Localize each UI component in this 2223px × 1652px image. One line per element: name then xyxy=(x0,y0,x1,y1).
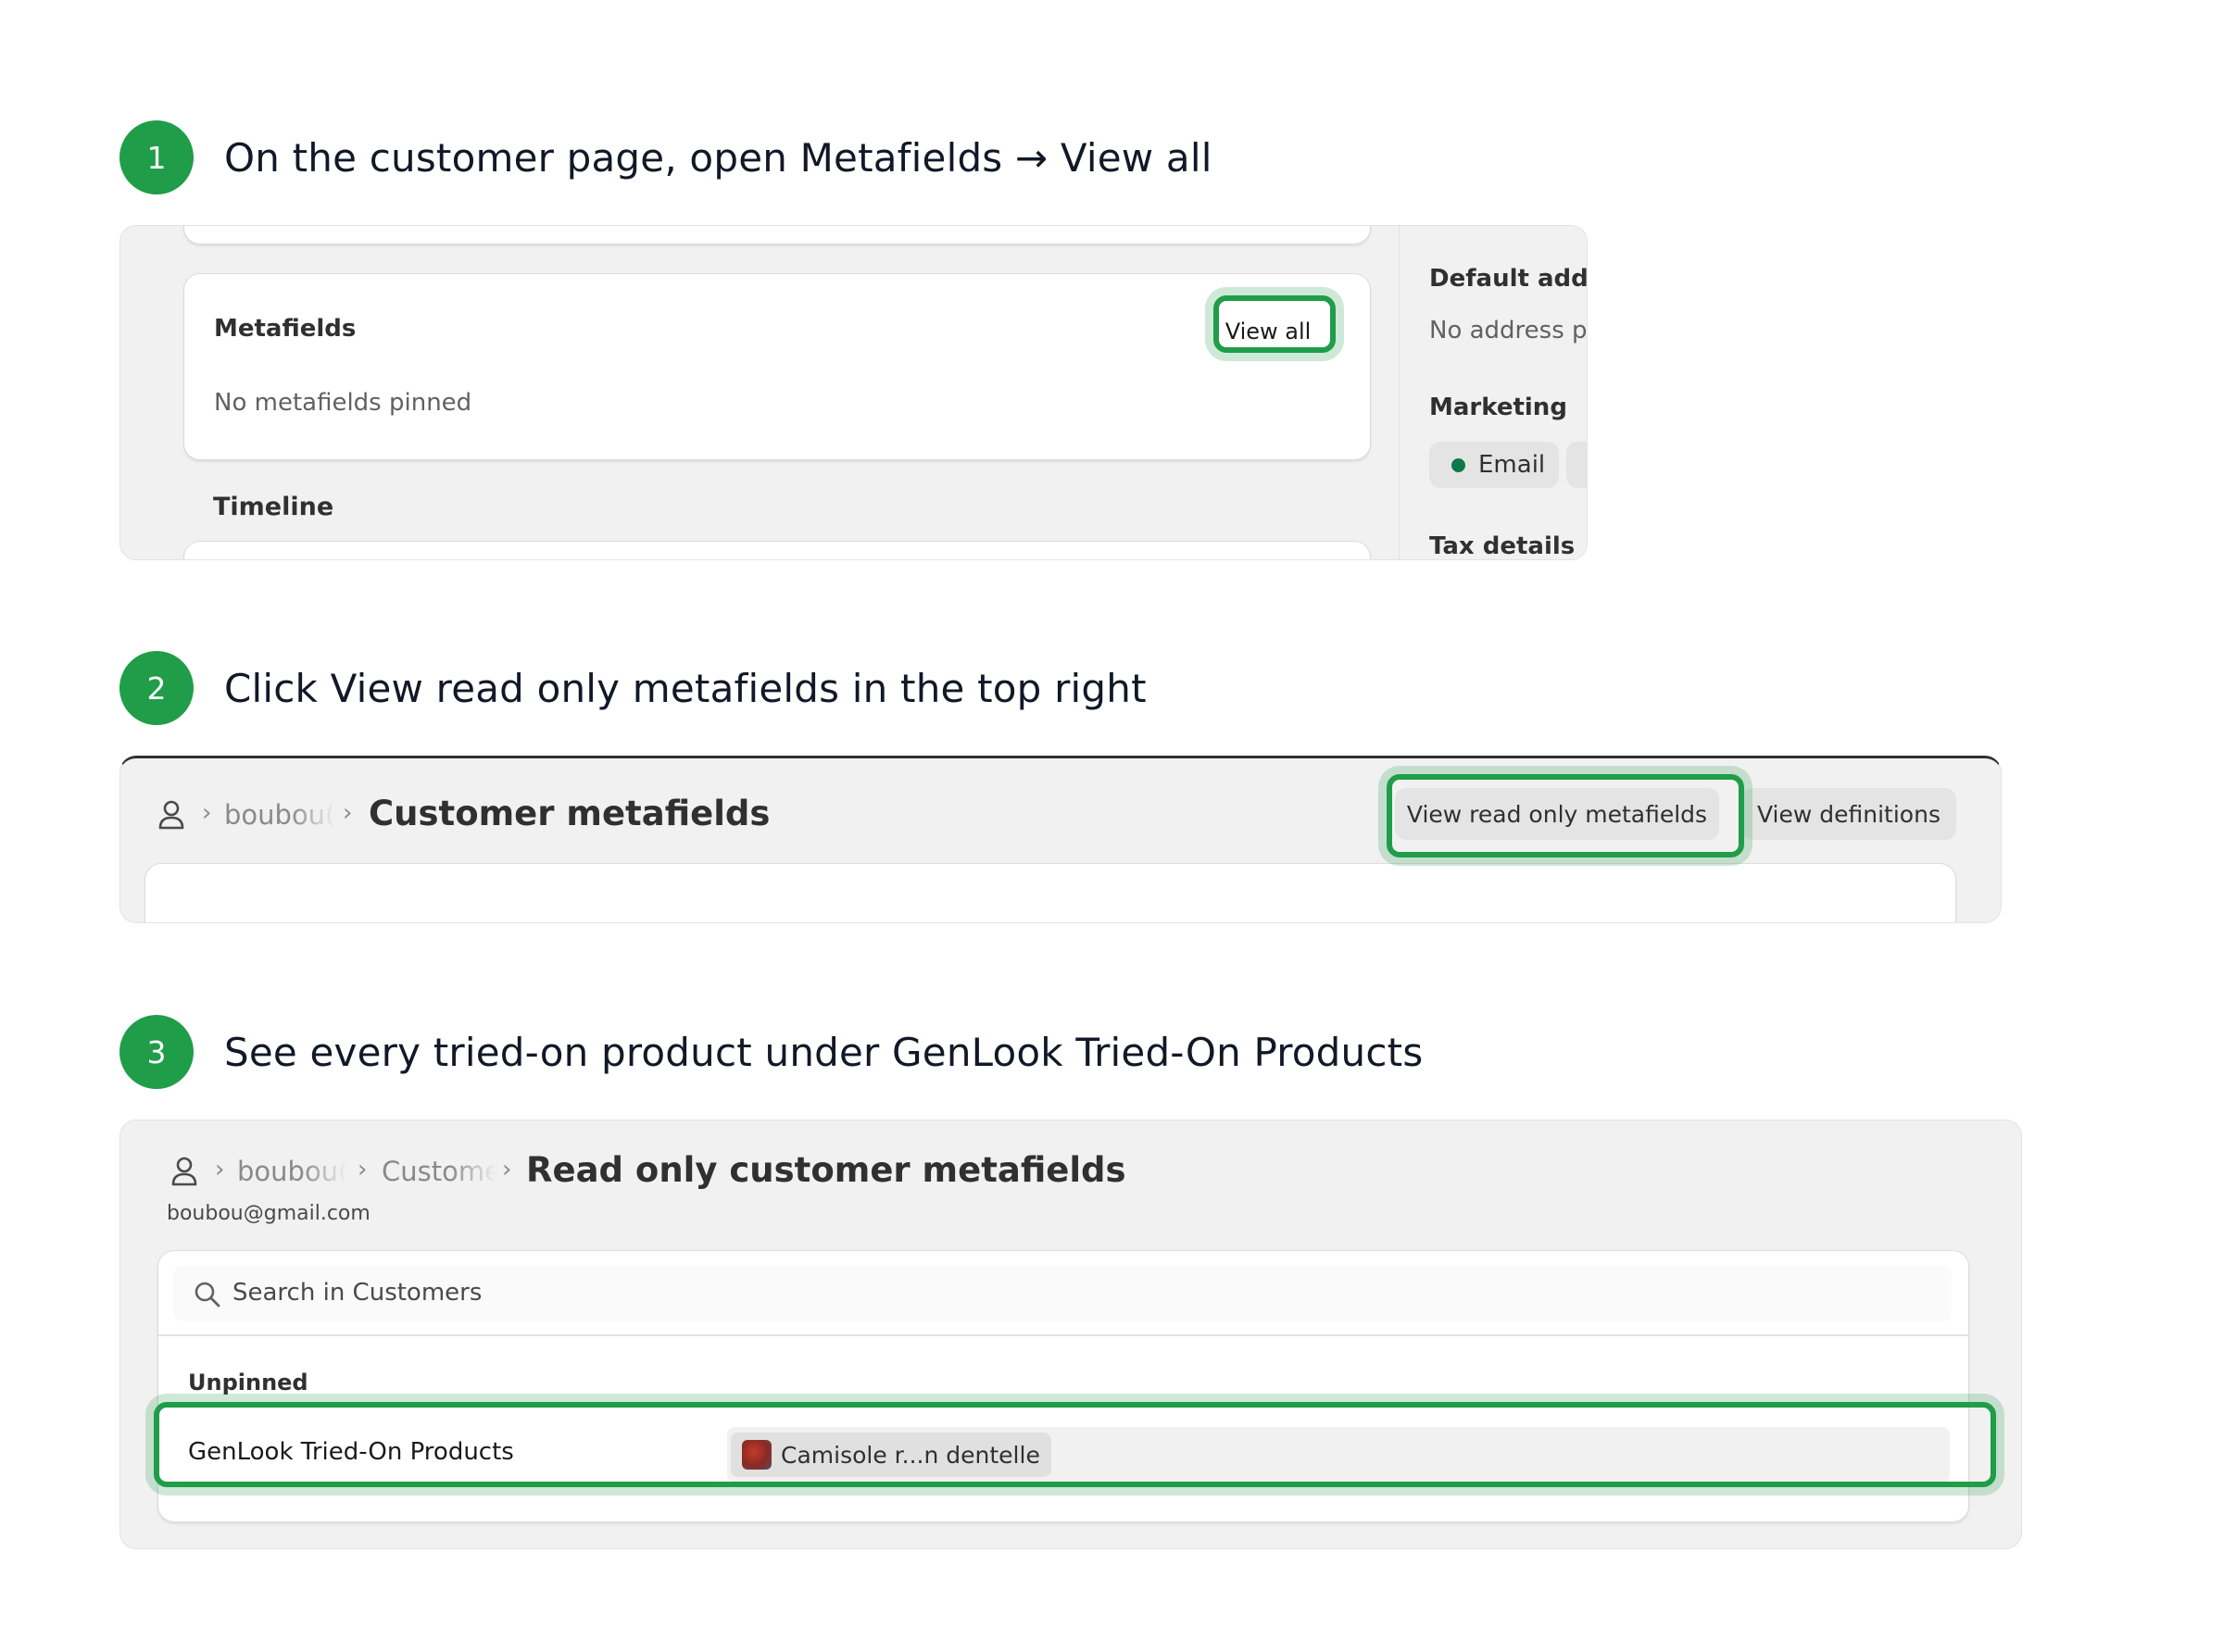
highlight-tried-on-row xyxy=(154,1402,1996,1487)
highlight-view-read-only xyxy=(1387,774,1744,857)
chevron-right-icon: › xyxy=(502,1156,512,1183)
step-number: 1 xyxy=(119,120,194,194)
customer-email: boubou@gmail.com xyxy=(167,1202,370,1225)
section-heading-unpinned: Unpinned xyxy=(188,1370,308,1395)
chevron-right-icon: › xyxy=(358,1156,368,1183)
timeline-card xyxy=(183,541,1371,559)
step-2: 2 Click View read only metafields in the… xyxy=(119,651,1147,725)
search-icon xyxy=(194,1281,221,1312)
highlight-view-all xyxy=(1213,295,1336,353)
screenshot-customer-page: Metafields No metafields pinned View all… xyxy=(119,225,1588,560)
search-bar[interactable]: Search in Customers xyxy=(173,1266,1952,1321)
status-dot-icon xyxy=(1451,457,1465,472)
page-title: Customer metafields xyxy=(369,794,771,833)
step-number: 2 xyxy=(119,651,194,725)
marketing-heading: Marketing xyxy=(1429,394,1567,421)
search-input[interactable]: Search in Customers xyxy=(232,1279,482,1307)
sidebar: Default addre No address p Marketing Ema… xyxy=(1399,226,1588,560)
step-number: 3 xyxy=(119,1015,194,1089)
step-title: See every tried-on product under GenLook… xyxy=(224,1029,1424,1075)
step-title: On the customer page, open Metafields → … xyxy=(224,134,1212,181)
tax-details-heading: Tax details xyxy=(1429,532,1576,560)
divider xyxy=(158,1334,1968,1336)
step-title: Click View read only metafields in the t… xyxy=(224,665,1147,711)
chevron-right-icon: › xyxy=(202,799,212,827)
chevron-right-icon: › xyxy=(343,799,353,827)
customer-person-icon xyxy=(157,799,185,834)
no-metafields-pinned: No metafields pinned xyxy=(214,389,472,417)
breadcrumb-customer[interactable]: boubou( xyxy=(224,799,335,831)
view-definitions-button[interactable]: View definitions xyxy=(1741,788,1956,840)
metafields-card: Metafields No metafields pinned View all xyxy=(183,273,1371,460)
default-address-heading: Default addre xyxy=(1429,265,1588,293)
chevron-right-icon: › xyxy=(215,1156,225,1183)
badge-partial xyxy=(1566,442,1587,488)
breadcrumb-customers[interactable]: Custome xyxy=(382,1156,496,1187)
breadcrumb-customer[interactable]: boubou( xyxy=(237,1156,346,1187)
customer-person-icon xyxy=(170,1156,198,1191)
email-badge-label: Email xyxy=(1478,451,1546,479)
step-1: 1 On the customer page, open Metafields … xyxy=(119,120,1212,194)
card-above xyxy=(183,226,1371,244)
email-badge: Email xyxy=(1429,442,1559,488)
metafields-title: Metafields xyxy=(214,315,357,343)
timeline-heading: Timeline xyxy=(213,493,334,521)
step-3: 3 See every tried-on product under GenLo… xyxy=(119,1015,1423,1089)
metafields-list-card xyxy=(144,863,1956,922)
no-address-text: No address p xyxy=(1429,317,1588,344)
page-title: Read only customer metafields xyxy=(526,1150,1126,1190)
